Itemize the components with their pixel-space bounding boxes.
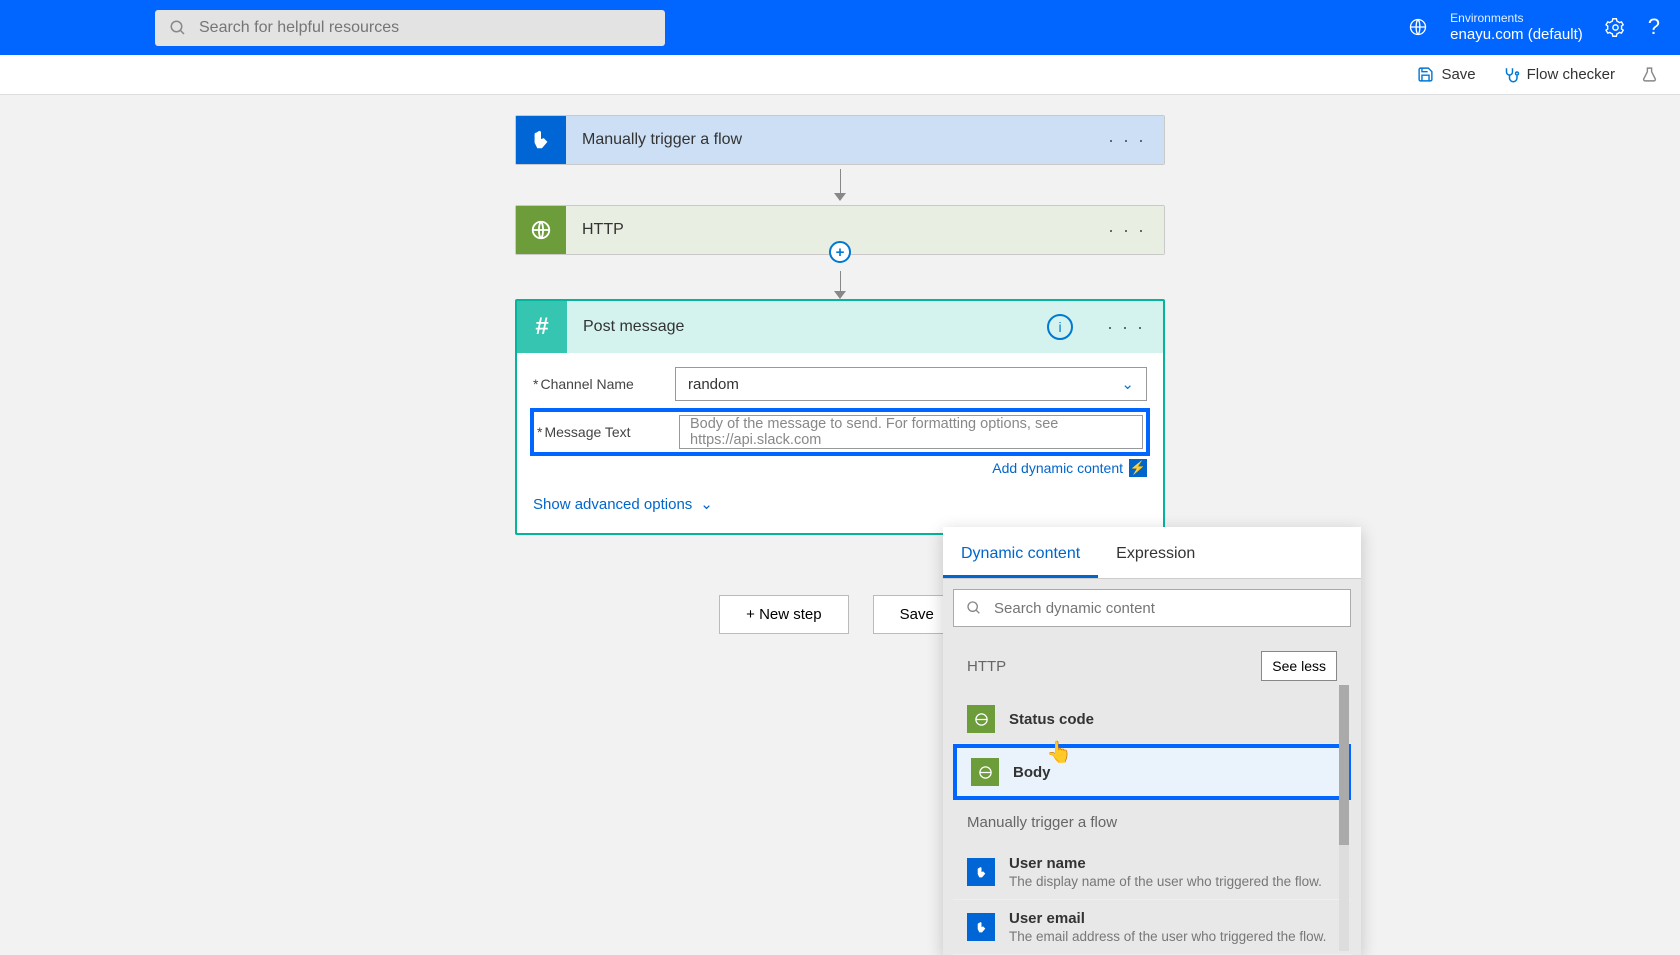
dynamic-search[interactable]	[953, 589, 1351, 627]
save-button[interactable]: Save	[1417, 66, 1475, 83]
http-token-icon	[967, 705, 995, 733]
save-icon	[1417, 66, 1434, 83]
trigger-title: Manually trigger a flow	[566, 131, 1090, 149]
settings-icon[interactable]	[1605, 17, 1626, 38]
environment-icon[interactable]	[1408, 17, 1428, 37]
trigger-more-icon[interactable]: · · ·	[1090, 130, 1164, 151]
token-status-code[interactable]: Status code	[953, 695, 1351, 744]
chevron-down-icon: ⌄	[700, 495, 713, 513]
search-icon	[966, 600, 982, 616]
new-step-button[interactable]: + New step	[719, 595, 848, 634]
environment-label: Environments	[1450, 11, 1583, 25]
token-user-email[interactable]: User email The email address of the user…	[953, 900, 1351, 955]
message-text-input[interactable]: Body of the message to send. For formatt…	[679, 415, 1143, 449]
message-label: *Message Text	[537, 424, 679, 440]
trigger-token-icon	[967, 913, 995, 941]
lightning-icon: ⚡	[1129, 459, 1147, 477]
see-less-button[interactable]: See less	[1261, 651, 1337, 681]
channel-select[interactable]: random ⌄	[675, 367, 1147, 401]
save-label: Save	[1441, 66, 1475, 83]
channel-name-field: *Channel Name random ⌄	[533, 367, 1147, 401]
tab-expression[interactable]: Expression	[1098, 537, 1213, 578]
http-icon	[516, 206, 566, 254]
token-user-name[interactable]: User name The display name of the user w…	[953, 845, 1351, 900]
section-trigger: Manually trigger a flow	[953, 800, 1351, 845]
slack-post-message-step: # Post message i · · · *Channel Name ran…	[515, 299, 1165, 535]
global-search-input[interactable]	[199, 19, 651, 37]
dynamic-content-panel: Dynamic content Expression HTTP See less	[943, 527, 1361, 955]
top-bar: Environments enayu.com (default) ?	[0, 0, 1680, 55]
flow-checker-label: Flow checker	[1527, 66, 1615, 83]
slack-title: Post message	[567, 318, 1047, 336]
info-icon[interactable]: i	[1047, 314, 1073, 340]
global-search[interactable]	[155, 10, 665, 46]
channel-value: random	[688, 376, 739, 393]
manual-trigger-icon	[516, 116, 566, 164]
test-icon[interactable]	[1641, 66, 1658, 83]
message-text-field-highlight: *Message Text Body of the message to sen…	[530, 408, 1150, 456]
trigger-token-icon	[967, 858, 995, 886]
environment-selector[interactable]: Environments enayu.com (default)	[1450, 11, 1583, 43]
help-icon[interactable]: ?	[1648, 14, 1660, 40]
slack-more-icon[interactable]: · · ·	[1089, 317, 1163, 338]
http-title: HTTP	[566, 221, 1090, 239]
scrollbar[interactable]	[1339, 685, 1349, 951]
chevron-down-icon: ⌄	[1121, 375, 1134, 393]
token-body[interactable]: Body	[953, 744, 1351, 800]
connector-arrow	[515, 165, 1165, 205]
tab-dynamic-content[interactable]: Dynamic content	[943, 537, 1098, 578]
add-dynamic-content-link[interactable]: Add dynamic content ⚡	[533, 459, 1147, 477]
dynamic-search-input[interactable]	[994, 600, 1338, 617]
stethoscope-icon	[1502, 66, 1520, 84]
slack-icon: #	[517, 301, 567, 353]
section-http: HTTP See less	[953, 637, 1351, 695]
http-more-icon[interactable]: · · ·	[1090, 220, 1164, 241]
channel-label: *Channel Name	[533, 376, 675, 392]
add-step-button[interactable]: +	[829, 241, 851, 263]
http-token-icon	[971, 758, 999, 786]
environment-name: enayu.com (default)	[1450, 26, 1583, 44]
flow-checker-button[interactable]: Flow checker	[1502, 66, 1615, 84]
flow-designer: Manually trigger a flow · · · HTTP · · ·…	[0, 95, 1680, 634]
command-bar: Save Flow checker	[0, 55, 1680, 95]
trigger-step[interactable]: Manually trigger a flow · · ·	[515, 115, 1165, 165]
search-icon	[169, 19, 187, 37]
show-advanced-options[interactable]: Show advanced options ⌄	[533, 495, 1147, 513]
slack-header[interactable]: # Post message i · · ·	[517, 301, 1163, 353]
